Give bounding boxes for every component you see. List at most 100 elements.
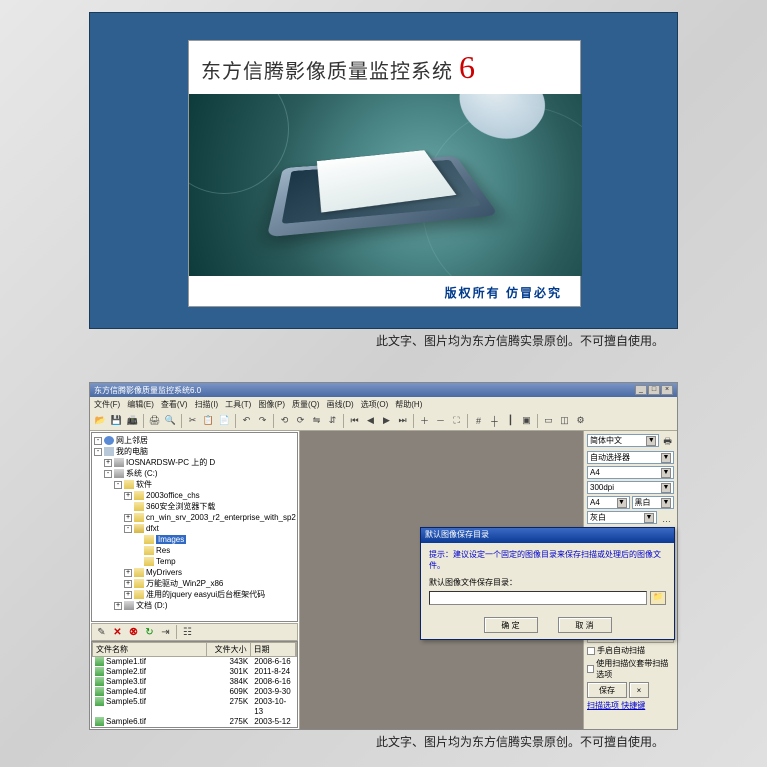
tree-item[interactable]: -我的电脑 xyxy=(94,446,295,457)
tree-item[interactable]: +文档 (D:) xyxy=(94,600,295,611)
dpi-select[interactable]: 300dpi▼ xyxy=(587,481,674,494)
close-button[interactable]: × xyxy=(661,385,673,395)
copy-icon[interactable]: 📋 xyxy=(201,413,216,428)
lang-help-icon[interactable]: 🖶 xyxy=(661,434,674,449)
file-row[interactable]: Sample5.tif275K2003-10-13 xyxy=(92,697,297,717)
tree-item[interactable]: -系统 (C:) xyxy=(94,468,295,479)
file-row[interactable]: Sample3.tif384K2008-6-16 xyxy=(92,677,297,687)
save-dir-input[interactable] xyxy=(429,591,647,605)
language-select[interactable]: 简体中文▼ xyxy=(587,434,659,447)
dialog-label: 默认图像文件保存目录： xyxy=(429,577,666,588)
dialog-hint: 提示：建议设定一个固定的图像目录来保存扫描或处理后的图像文件。 xyxy=(429,549,666,571)
tree-item[interactable]: +2003office_chs xyxy=(94,490,295,501)
save-settings-button[interactable]: 保存 xyxy=(587,682,627,698)
scan-icon[interactable]: 📠 xyxy=(125,413,140,428)
paste-icon[interactable]: 📄 xyxy=(217,413,232,428)
col-date[interactable]: 日期 xyxy=(251,643,296,656)
grid-icon[interactable]: # xyxy=(471,413,486,428)
refresh-icon[interactable]: ↻ xyxy=(142,625,157,640)
rotate-left-icon[interactable]: ⟲ xyxy=(277,413,292,428)
auto-scan-checkbox[interactable] xyxy=(587,647,595,655)
tree-item[interactable]: Temp xyxy=(94,556,295,567)
view-icon[interactable]: ☷ xyxy=(180,625,195,640)
menu-file[interactable]: 文件(F) xyxy=(94,399,120,410)
prev-icon[interactable]: ◀ xyxy=(363,413,378,428)
undo-icon[interactable]: ↶ xyxy=(239,413,254,428)
ruler-v-icon[interactable]: ┃ xyxy=(503,413,518,428)
delete-icon[interactable]: ✕ xyxy=(110,625,125,640)
tree-item[interactable]: Res xyxy=(94,545,295,556)
zoom-in-icon[interactable]: ＋ xyxy=(417,413,432,428)
menu-scan[interactable]: 扫描(I) xyxy=(195,399,219,410)
tree-item[interactable]: +准用的jquery easyui后台框架代码 xyxy=(94,589,295,600)
fit-icon[interactable]: ⛶ xyxy=(449,413,464,428)
settings-icon[interactable]: ⚙ xyxy=(573,413,588,428)
flip-v-icon[interactable]: ⇵ xyxy=(325,413,340,428)
mask-icon[interactable]: ◫ xyxy=(557,413,572,428)
menu-draw[interactable]: 画线(D) xyxy=(327,399,354,410)
file-row[interactable]: Sample4.tif609K2003-9-30 xyxy=(92,687,297,697)
splash-window: 东方信腾影像质量监控系统 6 版权所有 仿冒必究 xyxy=(188,40,581,307)
zoom-out-icon[interactable]: － xyxy=(433,413,448,428)
menu-help[interactable]: 帮助(H) xyxy=(395,399,422,410)
crop-icon[interactable]: ▣ xyxy=(519,413,534,428)
print-icon[interactable]: 🖨 xyxy=(147,413,162,428)
cut-icon[interactable]: ✂ xyxy=(185,413,200,428)
first-icon[interactable]: ⏮ xyxy=(347,413,362,428)
toolbar: 📂 💾 📠 🖨 🔍 ✂ 📋 📄 ↶ ↷ ⟲ ⟳ ⇋ ⇵ ⏮ ◀ ▶ ⏭ ＋ － … xyxy=(90,411,677,431)
col-name[interactable]: 文件名称 xyxy=(93,643,207,656)
splash-panel: 东方信腾影像质量监控系统 6 版权所有 仿冒必究 xyxy=(89,12,678,329)
menu-image[interactable]: 图像(P) xyxy=(258,399,285,410)
file-row[interactable]: Sample6.tif275K2003-5-12 xyxy=(92,717,297,727)
tree-item[interactable]: -网上邻居 xyxy=(94,435,295,446)
paper-size-select[interactable]: A4▼ xyxy=(587,496,630,509)
tree-item[interactable]: +万能驱动_Win2P_x86 xyxy=(94,578,295,589)
adjust-icon[interactable]: … xyxy=(659,511,674,526)
tree-item[interactable]: +cn_win_srv_2003_r2_enterprise_with_sp2 xyxy=(94,512,295,523)
last-icon[interactable]: ⏭ xyxy=(395,413,410,428)
ruler-h-icon[interactable]: ┼ xyxy=(487,413,502,428)
clear-settings-button[interactable]: × xyxy=(629,682,649,698)
save-icon[interactable]: 💾 xyxy=(109,413,124,428)
file-row[interactable]: Sample2.tif301K2011-8-24 xyxy=(92,667,297,677)
mode-select[interactable]: 灰白▼ xyxy=(587,511,657,524)
menu-edit[interactable]: 编辑(E) xyxy=(127,399,154,410)
open-icon[interactable]: 📂 xyxy=(93,413,108,428)
file-list[interactable]: 文件名称 文件大小 日期 Sample1.tif343K2008-6-16Sam… xyxy=(91,641,298,728)
menu-options[interactable]: 选项(O) xyxy=(361,399,389,410)
suite-checkbox[interactable] xyxy=(587,665,594,673)
dialog-title: 默认图像保存目录 xyxy=(425,529,489,542)
maximize-button[interactable]: □ xyxy=(648,385,660,395)
source-select[interactable]: 自动选择器▼ xyxy=(587,451,674,464)
paper-select[interactable]: A4▼ xyxy=(587,466,674,479)
menu-quality[interactable]: 质量(Q) xyxy=(292,399,320,410)
col-size[interactable]: 文件大小 xyxy=(207,643,250,656)
tree-item[interactable]: +MyDrivers xyxy=(94,567,295,578)
rename-icon[interactable]: ✎ xyxy=(94,625,109,640)
orientation-select[interactable]: 黑白▼ xyxy=(632,496,675,509)
titlebar: 东方信腾影像质量监控系统6.0 _ □ × xyxy=(90,383,677,397)
export-icon[interactable]: ⇥ xyxy=(158,625,173,640)
image-viewport: 默认图像保存目录 提示：建议设定一个固定的图像目录来保存扫描或处理后的图像文件。… xyxy=(300,431,583,729)
flip-h-icon[interactable]: ⇋ xyxy=(309,413,324,428)
tree-item[interactable]: +IOSNARDSW-PC 上的 D xyxy=(94,457,295,468)
file-row[interactable]: Sample1.tif343K2008-6-16 xyxy=(92,657,297,667)
tree-item[interactable]: -软件 xyxy=(94,479,295,490)
select-icon[interactable]: ▭ xyxy=(541,413,556,428)
next-icon[interactable]: ▶ xyxy=(379,413,394,428)
delete-all-icon[interactable]: ⮿ xyxy=(126,625,141,640)
rotate-right-icon[interactable]: ⟳ xyxy=(293,413,308,428)
scan-option-links[interactable]: 扫描选项 快捷键 xyxy=(587,700,674,711)
redo-icon[interactable]: ↷ xyxy=(255,413,270,428)
tree-item[interactable]: Images xyxy=(94,534,295,545)
tree-item[interactable]: -dfxt xyxy=(94,523,295,534)
minimize-button[interactable]: _ xyxy=(635,385,647,395)
preview-icon[interactable]: 🔍 xyxy=(163,413,178,428)
ok-button[interactable]: 确 定 xyxy=(484,617,538,633)
folder-tree[interactable]: -网上邻居-我的电脑+IOSNARDSW-PC 上的 D-系统 (C:)-软件+… xyxy=(91,432,298,622)
tree-item[interactable]: 360安全浏览器下载 xyxy=(94,501,295,512)
browse-button[interactable]: 📁 xyxy=(650,591,666,605)
menu-view[interactable]: 查看(V) xyxy=(161,399,188,410)
cancel-button[interactable]: 取 消 xyxy=(558,617,612,633)
menu-tools[interactable]: 工具(T) xyxy=(225,399,251,410)
